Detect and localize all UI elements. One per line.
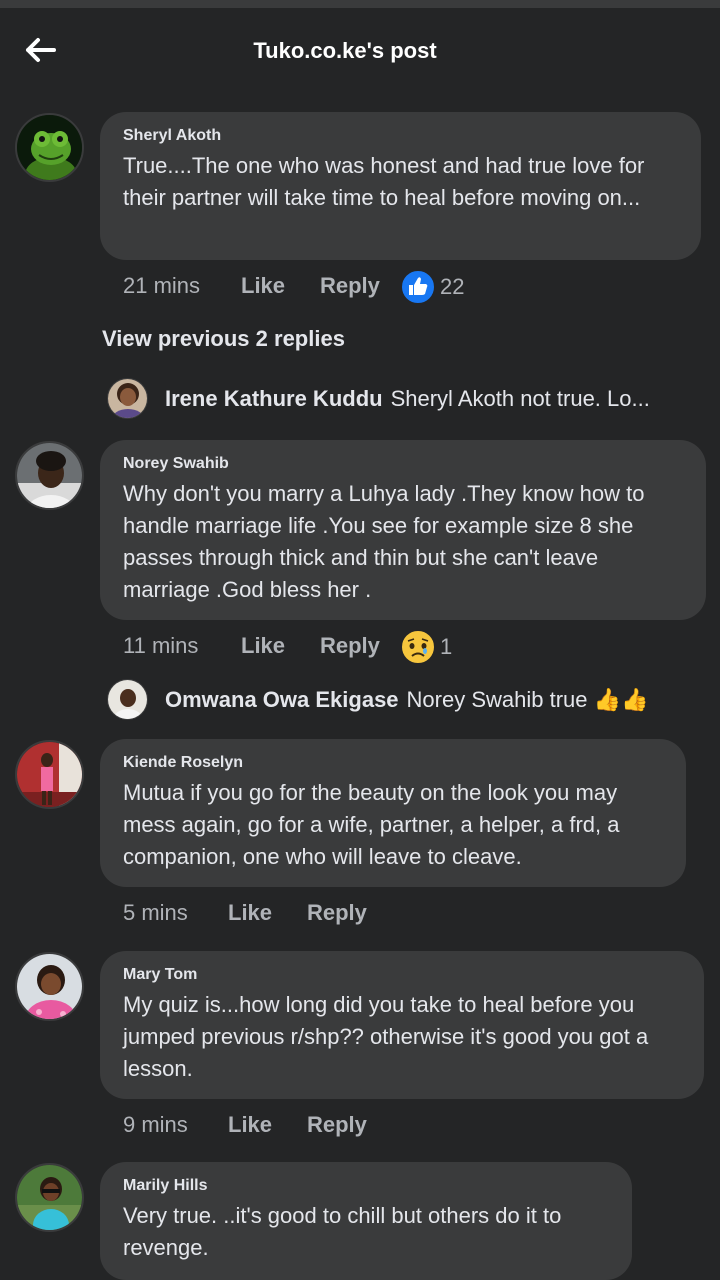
comment-author[interactable]: Marily Hills bbox=[123, 1176, 610, 1196]
comment-text: Very true. ..it's good to chill but othe… bbox=[123, 1203, 562, 1260]
sad-reaction-icon bbox=[400, 629, 436, 665]
reply-text: Sheryl Akoth not true. Lo... bbox=[390, 386, 650, 411]
avatar[interactable] bbox=[107, 679, 148, 720]
comment-author[interactable]: Sheryl Akoth bbox=[123, 126, 679, 146]
comment-author[interactable]: Mary Tom bbox=[123, 965, 682, 985]
avatar[interactable] bbox=[107, 378, 148, 419]
like-button[interactable]: Like bbox=[228, 900, 272, 926]
page-title: Tuko.co.ke's post bbox=[253, 38, 437, 63]
comment-time: 9 mins bbox=[123, 1112, 188, 1137]
like-button[interactable]: Like bbox=[241, 273, 285, 299]
comment-author[interactable]: Norey Swahib bbox=[123, 454, 684, 474]
comment-bubble[interactable]: Mary Tom My quiz is...how long did you t… bbox=[100, 951, 704, 1099]
reply-text: Norey Swahib true 👍👍 bbox=[406, 687, 649, 712]
comment-time: 21 mins bbox=[123, 273, 201, 298]
reaction-summary[interactable]: 22 bbox=[400, 269, 464, 305]
comment-time: 5 mins bbox=[123, 900, 188, 925]
comment-text: Why don't you marry a Luhya lady .They k… bbox=[123, 481, 645, 602]
status-strip bbox=[0, 0, 720, 8]
comment-bubble[interactable]: Norey Swahib Why don't you marry a Luhya… bbox=[100, 440, 706, 620]
reaction-count: 22 bbox=[440, 274, 465, 299]
reply-button[interactable]: Reply bbox=[307, 1112, 367, 1138]
avatar[interactable] bbox=[15, 113, 84, 182]
comment-meta: 5 mins Like Reply bbox=[123, 900, 523, 930]
reply-item[interactable]: Irene Kathure Kuddu Sheryl Akoth not true… bbox=[107, 378, 707, 422]
like-reaction-icon bbox=[400, 269, 436, 305]
post-header: Tuko.co.ke's post bbox=[0, 8, 720, 92]
comment-meta: 11 mins Like Reply 1 bbox=[123, 629, 623, 665]
reply-content: Omwana Owa Ekigase Norey Swahib true 👍👍 bbox=[165, 687, 648, 713]
comment-text: Mutua if you go for the beauty on the lo… bbox=[123, 780, 620, 869]
like-button[interactable]: Like bbox=[228, 1112, 272, 1138]
reply-author[interactable]: Omwana Owa Ekigase bbox=[165, 687, 399, 712]
comment-bubble[interactable]: Marily Hills Very true. ..it's good to c… bbox=[100, 1162, 632, 1280]
comment-text: My quiz is...how long did you take to he… bbox=[123, 992, 649, 1081]
avatar[interactable] bbox=[15, 952, 84, 1021]
like-button[interactable]: Like bbox=[241, 633, 285, 659]
comment-meta: 21 mins Like Reply 22 bbox=[123, 269, 623, 305]
comment-bubble[interactable]: Kiende Roselyn Mutua if you go for the b… bbox=[100, 739, 686, 887]
avatar[interactable] bbox=[15, 740, 84, 809]
avatar[interactable] bbox=[15, 441, 84, 510]
reply-button[interactable]: Reply bbox=[307, 900, 367, 926]
avatar[interactable] bbox=[15, 1163, 84, 1232]
comment-text: True....The one who was honest and had t… bbox=[123, 153, 645, 210]
reply-button[interactable]: Reply bbox=[320, 633, 380, 659]
reply-item[interactable]: Omwana Owa Ekigase Norey Swahib true 👍👍 bbox=[107, 679, 707, 723]
comment-meta: 9 mins Like Reply bbox=[123, 1112, 523, 1142]
comment-time: 11 mins bbox=[123, 633, 199, 658]
reply-content: Irene Kathure Kuddu Sheryl Akoth not true… bbox=[165, 386, 650, 412]
reaction-count: 1 bbox=[440, 634, 453, 659]
reaction-summary[interactable]: 1 bbox=[400, 629, 452, 665]
comment-author[interactable]: Kiende Roselyn bbox=[123, 753, 664, 773]
reply-author[interactable]: Irene Kathure Kuddu bbox=[165, 386, 383, 411]
view-previous-replies-link[interactable]: View previous 2 replies bbox=[102, 326, 345, 352]
reply-button[interactable]: Reply bbox=[320, 273, 380, 299]
comment-bubble[interactable]: Sheryl Akoth True....The one who was hon… bbox=[100, 112, 701, 260]
